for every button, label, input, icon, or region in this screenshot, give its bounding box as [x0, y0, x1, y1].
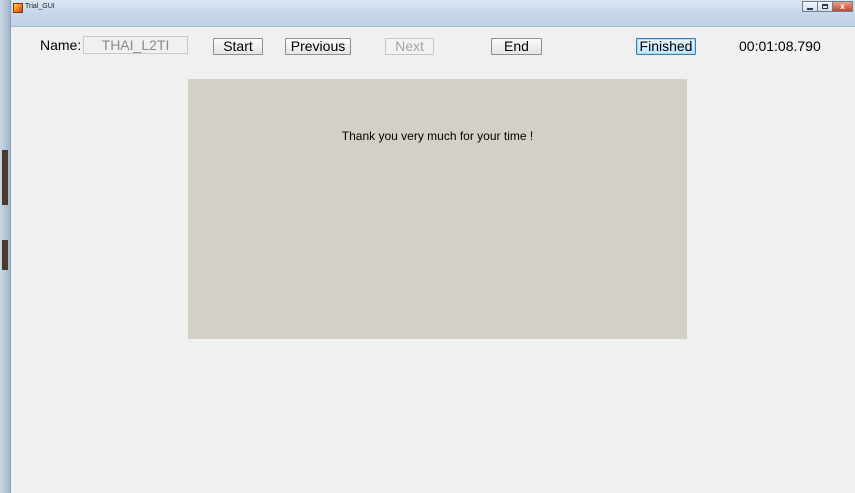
- maximize-button[interactable]: [817, 1, 832, 12]
- minimize-button[interactable]: [802, 1, 817, 12]
- title-bar[interactable]: Trial_GUI x: [11, 0, 855, 27]
- background-streak: [2, 240, 8, 270]
- minimize-icon: [807, 7, 813, 10]
- previous-button[interactable]: Previous: [285, 38, 351, 55]
- next-button[interactable]: Next: [385, 38, 434, 55]
- matlab-app-icon: [13, 3, 23, 13]
- name-label: Name:: [40, 37, 82, 53]
- start-button[interactable]: Start: [213, 38, 263, 55]
- elapsed-time: 00:01:08.790: [739, 38, 821, 54]
- end-button[interactable]: End: [491, 38, 542, 55]
- name-field[interactable]: [83, 36, 188, 54]
- background-streak: [2, 150, 8, 205]
- finished-button[interactable]: Finished: [636, 38, 696, 55]
- message-panel: Thank you very much for your time !: [188, 79, 687, 339]
- close-icon: x: [840, 1, 845, 11]
- window-title: Trial_GUI: [25, 3, 55, 10]
- thank-you-message: Thank you very much for your time !: [341, 129, 534, 143]
- window-controls: x: [802, 1, 853, 13]
- close-button[interactable]: x: [832, 1, 853, 12]
- maximize-icon: [822, 4, 828, 9]
- left-window-edge: [0, 0, 11, 493]
